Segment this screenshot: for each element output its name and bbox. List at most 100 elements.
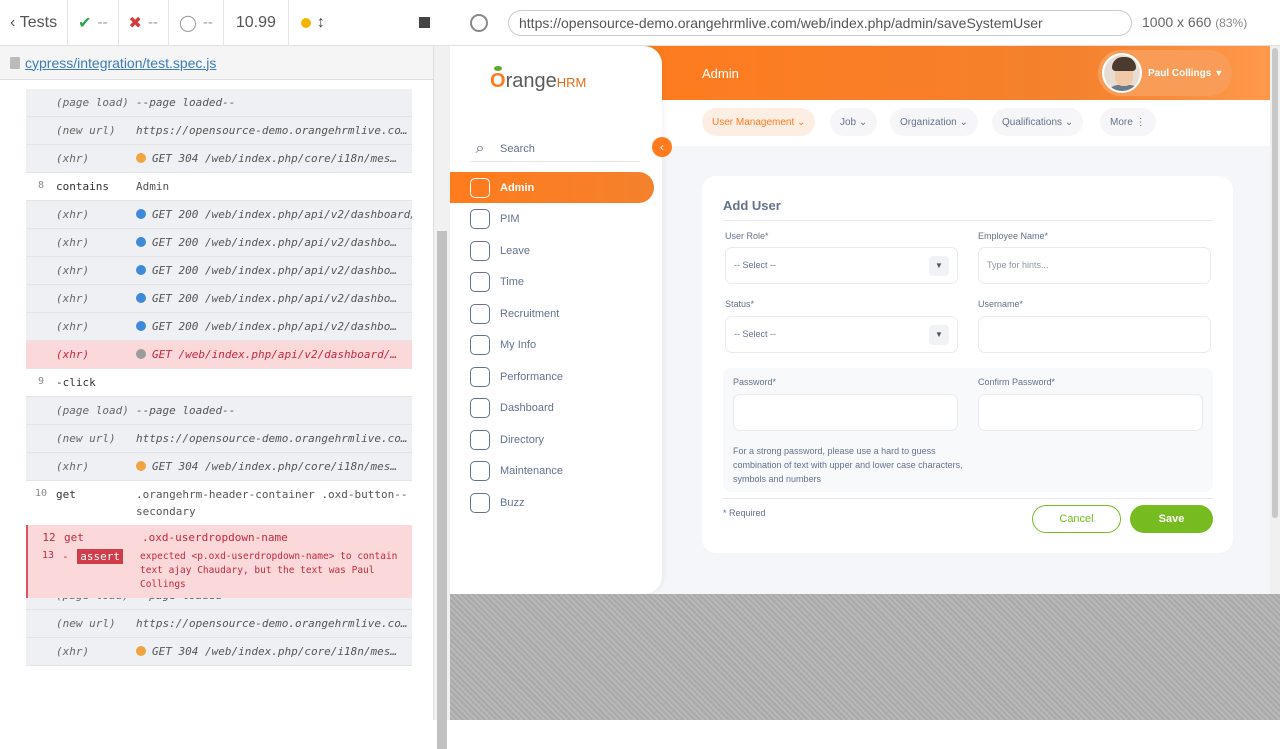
passed-count: ✔ --: [68, 0, 119, 46]
aut-scrollbar[interactable]: [1270, 46, 1280, 594]
confirm-password-field[interactable]: [978, 394, 1203, 431]
caret-down-icon: ▼: [929, 325, 949, 345]
selector-playground-icon[interactable]: [470, 14, 488, 32]
confirm-password-label: Confirm Password*: [978, 377, 1056, 387]
save-button[interactable]: Save: [1130, 505, 1213, 533]
command-message: GET 304 /web/index.php/core/i18n/mes…: [136, 460, 412, 473]
command-log-row[interactable]: (new url) https://opensource-demo.orangeh…: [26, 425, 412, 453]
command-message-text: --page loaded--: [136, 96, 236, 109]
sidebar-collapse-button[interactable]: ‹: [652, 137, 672, 157]
failed-get-row[interactable]: 12 get .oxd-userdropdown-name: [34, 531, 412, 544]
command-log-row[interactable]: (xhr) GET 200 /web/index.php/api/v2/dashb…: [26, 285, 412, 313]
chevron-down-icon: ⌄: [858, 116, 868, 128]
status-select[interactable]: -- Select -- ▼: [725, 316, 958, 353]
more-dots-icon: ⋮: [1135, 116, 1146, 128]
tab-qualifications[interactable]: Qualifications ⌄: [992, 108, 1084, 136]
sidebar-item-label: My Info: [500, 339, 537, 351]
user-role-select[interactable]: -- Select -- ▼: [725, 247, 958, 284]
stop-button[interactable]: [399, 0, 450, 46]
passed-value: --: [97, 14, 108, 31]
check-icon: ✔: [78, 14, 92, 32]
search-label: Search: [500, 142, 535, 155]
sidebar-item-my-info[interactable]: My Info: [450, 330, 654, 361]
command-message: GET 200 /web/index.php/api/v2/dashbo…: [136, 320, 412, 333]
assert-row[interactable]: 13 - assert expected <p.oxd-userdropdown…: [34, 549, 412, 592]
command-log-row[interactable]: (xhr) GET 304 /web/index.php/core/i18n/me…: [26, 145, 412, 173]
sidebar: OrangeHRM ⌕ Search Admin PIM Leave Time Recru…: [450, 46, 662, 594]
command-log-row[interactable]: 9 -click: [26, 369, 412, 397]
aut-url-field[interactable]: https://opensource-demo.orangehrmlive.co…: [508, 10, 1132, 36]
username-field[interactable]: [978, 316, 1211, 353]
command-number: 8: [37, 180, 45, 191]
my-info-icon: [470, 335, 490, 355]
scrollbar-thumb[interactable]: [437, 231, 447, 749]
tab-more[interactable]: More ⋮: [1100, 108, 1156, 136]
command-log-row[interactable]: (page load) --page loaded--: [26, 89, 412, 117]
employee-name-field[interactable]: Type for hints...: [978, 247, 1211, 284]
sidebar-item-directory[interactable]: Directory: [450, 424, 654, 455]
admin-icon: [470, 177, 490, 198]
chevron-down-icon: ⌄: [797, 116, 806, 128]
viewport-zoom: (83%): [1215, 16, 1248, 30]
command-log-row[interactable]: (page load) --page loaded--: [26, 397, 412, 425]
sidebar-item-label: Leave: [500, 244, 530, 257]
command-log-row[interactable]: (xhr) GET 200 /web/index.php/api/v2/dashb…: [26, 201, 412, 229]
divider: [723, 498, 1213, 499]
sidebar-item-leave[interactable]: Leave: [450, 235, 654, 266]
auto-scroll-toggle[interactable]: ↕: [289, 0, 337, 46]
command-log-row[interactable]: (xhr) GET 200 /web/index.php/api/v2/dashb…: [26, 229, 412, 257]
command-message: GET 200 /web/index.php/api/v2/dashbo…: [136, 292, 412, 305]
command-log-row[interactable]: 8 contains Admin: [26, 173, 412, 201]
username-label: Username*: [978, 299, 1024, 309]
command-name: -click: [56, 376, 96, 389]
tab-user-management[interactable]: User Management ⌄: [702, 108, 816, 136]
password-field[interactable]: [733, 394, 958, 431]
command-log-row[interactable]: (xhr) GET 200 /web/index.php/api/v2/dashb…: [26, 313, 412, 341]
assert-badge-wrap: - assert: [62, 549, 140, 592]
leave-icon: [470, 240, 490, 261]
command-name: (xhr): [56, 208, 90, 221]
user-dropdown[interactable]: Paul Collings ▼: [1098, 50, 1232, 96]
command-message-text: secondary: [136, 505, 196, 518]
sidebar-item-pim[interactable]: PIM: [450, 204, 654, 235]
file-icon: [10, 56, 20, 69]
sidebar-item-maintenance[interactable]: Maintenance: [450, 456, 654, 487]
command-log-scrollbar[interactable]: [433, 46, 450, 749]
tab-job[interactable]: Job ⌄: [830, 108, 878, 136]
assert-error-block: 12 get .oxd-userdropdown-name 13 - asser…: [26, 525, 412, 598]
command-log-row[interactable]: (xhr) GET 200 /web/index.php/api/v2/dashb…: [26, 257, 412, 285]
viewport-info: 1000 x 660 (83%): [1142, 14, 1247, 30]
command-log-row[interactable]: (xhr) GET 304 /web/index.php/core/i18n/me…: [26, 453, 412, 481]
sidebar-item-time[interactable]: Time: [450, 267, 654, 298]
scrollbar-thumb[interactable]: [1272, 48, 1278, 518]
command-log-row[interactable]: 10 get .orangehrm-header-container .oxd-bu…: [26, 481, 412, 526]
sidebar-item-label: Time: [500, 276, 525, 288]
sidebar-item-performance[interactable]: Performance: [450, 361, 654, 392]
command-log-row[interactable]: (new url) https://opensource-demo.orangeh…: [26, 117, 412, 145]
command-message-text: GET 200 /web/index.php/api/v2/dashbo…: [152, 236, 398, 249]
sidebar-item-admin[interactable]: Admin: [450, 172, 654, 203]
performance-icon: [470, 366, 490, 387]
tab-label: Qualifications: [1002, 116, 1063, 128]
employee-name-placeholder: Type for hints...: [987, 260, 1049, 270]
command-log-row[interactable]: (xhr) GET /web/index.php/api/v2/dashboard…: [26, 341, 412, 369]
xhr-status-dot-icon: [136, 461, 146, 471]
tests-back-button[interactable]: ‹ Tests: [0, 0, 69, 46]
command-name: get: [64, 531, 84, 544]
required-note: * Required: [723, 508, 766, 518]
user-dropdown-name: Paul Collings: [1148, 67, 1212, 79]
sidebar-item-recruitment[interactable]: Recruitment: [450, 298, 654, 329]
failed-value: --: [147, 14, 158, 31]
spinner-icon: ◯: [178, 14, 197, 32]
command-name: (xhr): [56, 292, 90, 305]
cancel-button[interactable]: Cancel: [1032, 505, 1121, 533]
command-log-row[interactable]: (new url) https://opensource-demo.orangeh…: [26, 610, 412, 638]
spec-file-link[interactable]: cypress/integration/test.spec.js: [25, 55, 216, 71]
sidebar-item-dashboard[interactable]: Dashboard: [450, 393, 654, 424]
spec-file-bar: cypress/integration/test.spec.js: [0, 46, 444, 80]
sidebar-item-buzz[interactable]: Buzz: [450, 487, 654, 518]
command-message: GET /web/index.php/api/v2/dashboard/…: [136, 348, 412, 361]
command-log-row[interactable]: (xhr) GET 304 /web/index.php/core/i18n/me…: [26, 638, 412, 666]
sidebar-search[interactable]: ⌕ Search: [470, 136, 640, 162]
tab-organization[interactable]: Organization ⌄: [890, 108, 978, 136]
